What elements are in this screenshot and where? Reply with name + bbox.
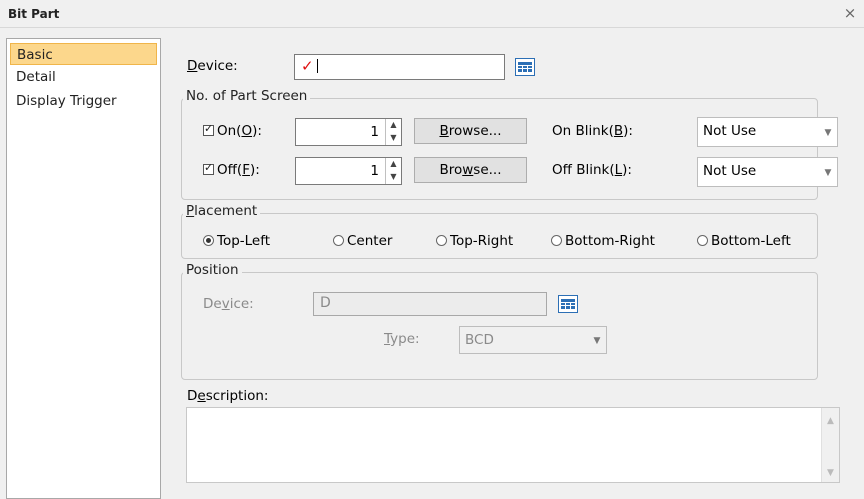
on-blink-label: On Blink(B): [552,123,633,139]
chevron-down-icon: ▼ [824,168,832,178]
position-legend: Position [183,262,242,278]
off-count-input[interactable]: 1 ▲ ▼ [295,157,402,185]
chevron-down-icon: ▼ [593,336,601,346]
spin-arrows-icon[interactable]: ▲ ▼ [385,158,401,184]
checkbox-checked-icon [203,161,214,175]
position-device-label: Device: [203,296,254,312]
bit-part-dialog: Bit Part × Basic Detail Display Trigger … [0,0,864,499]
on-count-input[interactable]: 1 ▲ ▼ [295,118,402,146]
position-type-label: Type: [384,331,420,347]
off-blink-label: Off Blink(L): [552,162,632,178]
position-device-input[interactable]: D [313,292,547,316]
placement-option-bottom-right[interactable]: Bottom-Right [551,233,655,249]
on-blink-select[interactable]: Not Use ▼ [697,117,838,147]
close-icon[interactable]: × [842,4,858,22]
off-blink-select[interactable]: Not Use ▼ [697,157,838,187]
on-browse-button[interactable]: Browse... [414,118,527,144]
position-device-grid-icon[interactable] [558,295,578,313]
sidebar-item-display-trigger[interactable]: Display Trigger [10,90,117,112]
scroll-down-icon[interactable]: ▼ [822,468,839,478]
description-label: Description: [187,388,269,404]
device-input[interactable]: ✓ [294,54,505,80]
radio-icon [436,235,447,246]
description-scrollbar[interactable]: ▲ ▼ [821,408,839,482]
radio-icon [333,235,344,246]
text-caret [316,59,318,73]
device-label: Device: [187,58,238,74]
placement-option-top-right[interactable]: Top-Right [436,233,513,249]
on-checkbox[interactable]: On(O): [203,122,262,139]
placement-option-bottom-left[interactable]: Bottom-Left [697,233,791,249]
off-browse-button[interactable]: Browse... [414,157,527,183]
chevron-down-icon: ▼ [824,128,832,138]
scroll-up-icon[interactable]: ▲ [822,416,839,426]
device-grid-icon[interactable] [515,58,535,76]
radio-icon [551,235,562,246]
placement-option-center[interactable]: Center [333,233,392,249]
category-list: Basic Detail Display Trigger [6,38,161,499]
device-check-icon: ✓ [301,57,314,75]
radio-icon [697,235,708,246]
sidebar-item-detail[interactable]: Detail [10,66,56,88]
title-bar: Bit Part × [0,0,864,28]
spin-arrows-icon[interactable]: ▲ ▼ [385,119,401,145]
sidebar-item-basic[interactable]: Basic [10,43,157,65]
radio-selected-icon [203,235,214,246]
placement-option-top-left[interactable]: Top-Left [203,233,270,249]
position-type-select[interactable]: BCD ▼ [459,326,607,354]
checkbox-checked-icon [203,122,214,136]
placement-legend: Placement [183,203,261,219]
off-checkbox[interactable]: Off(F): [203,161,260,178]
window-title: Bit Part [8,7,60,21]
description-textarea[interactable]: ▲ ▼ [186,407,840,483]
part-screen-legend: No. of Part Screen [183,88,311,104]
